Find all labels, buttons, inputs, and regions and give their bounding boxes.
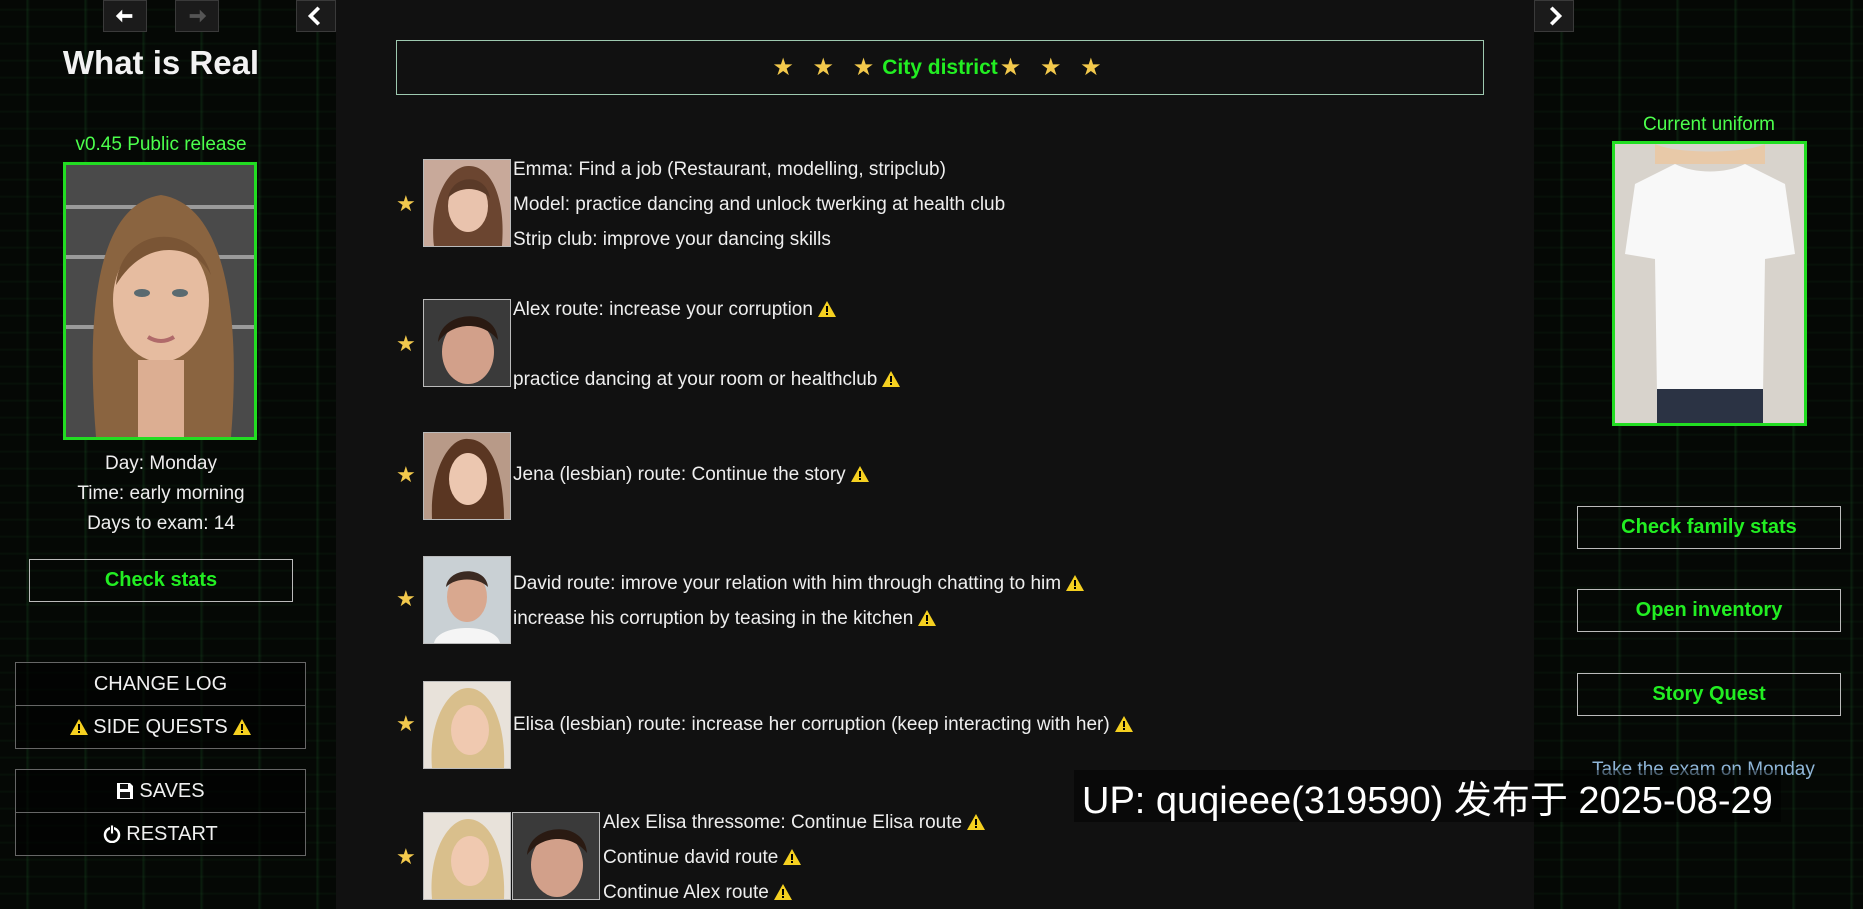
warning-icon [850,466,869,482]
days-to-exam-label: Days to exam: 14 [87,513,235,534]
side-quests-label: SIDE QUESTS [93,715,228,738]
quest-line-text: Continue Alex route [603,882,769,903]
quest-line: David route: imrove your relation with h… [513,573,1085,595]
restart-button[interactable]: RESTART [16,812,305,855]
uniform-label: Current uniform [1643,114,1775,135]
quest-line-text: Alex Elisa thressome: Continue Elisa rou… [603,812,963,833]
warning-icon [882,371,901,387]
quest-line-text: Continue david route [603,847,779,868]
alex-portrait [512,812,600,900]
warning-icon [1066,575,1085,591]
quest-line: Alex route: increase your corruption [513,299,836,321]
quest-line: Strip club: improve your dancing skills [513,229,831,250]
version-label: v0.45 Public release [75,134,247,155]
quest-line: Jena (lesbian) route: Continue the story [513,464,869,486]
quest-line: Alex Elisa thressome: Continue Elisa rou… [603,812,986,834]
alex-portrait [423,299,511,387]
quest-line-text: Elisa (lesbian) route: increase her corr… [513,714,1110,735]
quest-line: Model: practice dancing and unlock twerk… [513,194,1006,215]
menu-group-system: SAVES RESTART [15,769,306,856]
warning-icon [967,814,986,830]
star-icon: ★ [396,331,416,356]
uploader-watermark: UP: quqieee(319590) 发布于 2025-08-29 [1074,770,1781,822]
warning-icon [773,884,792,900]
warning-icon [232,719,251,735]
quest-line: increase his corruption by teasing in th… [513,608,937,630]
stars-right: ★ ★ ★ [999,54,1108,81]
star-icon: ★ [396,586,416,611]
star-icon: ★ [396,844,416,869]
game-title: What is Real [62,44,260,81]
stars-left: ★ ★ ★ [772,54,881,81]
side-quests-button[interactable]: SIDE QUESTS [16,705,305,748]
district-title: City district [882,55,998,79]
menu-group-main: CHANGE LOG SIDE QUESTS [15,662,306,749]
district-header: ★ ★ ★ City district ★ ★ ★ [396,40,1484,95]
quest-line: Continue Alex route [603,882,792,904]
star-icon: ★ [396,711,416,736]
warning-icon [1114,716,1133,732]
saves-label: SAVES [139,779,205,802]
day-label: Day: Monday [105,453,217,474]
quest-line-text: increase his corruption by teasing in th… [513,608,914,629]
power-icon [104,825,121,843]
star-icon: ★ [396,191,416,216]
floppy-disk-icon [117,783,134,799]
quest-line: Emma: Find a job (Restaurant, modelling,… [513,159,946,180]
story-quest-button[interactable]: Story Quest [1577,673,1841,716]
warning-icon [70,719,89,735]
player-portrait [63,162,257,440]
warning-icon [918,610,937,626]
check-stats-button[interactable]: Check stats [29,559,293,602]
elisa-portrait [423,812,511,900]
open-inventory-button[interactable]: Open inventory [1577,589,1841,632]
uniform-image [1612,141,1807,426]
change-log-button[interactable]: CHANGE LOG [16,663,305,705]
warning-icon [783,849,802,865]
time-label: Time: early morning [77,483,245,504]
star-icon: ★ [396,462,416,487]
warning-icon [817,301,836,317]
restart-label: RESTART [126,822,218,845]
david-portrait [423,556,511,644]
quest-line-text: Alex route: increase your corruption [513,299,813,320]
quest-line-text: David route: imrove your relation with h… [513,573,1062,594]
emma-portrait [423,159,511,247]
elisa-portrait [423,681,511,769]
quest-line-text: practice dancing at your room or healthc… [513,369,878,390]
jena-portrait [423,432,511,520]
quest-line: Continue david route [603,847,802,869]
check-family-stats-button[interactable]: Check family stats [1577,506,1841,549]
left-sidebar: What is Real v0.45 Public release Day: M… [0,0,336,909]
change-log-label: CHANGE LOG [93,672,228,695]
quest-line: Elisa (lesbian) route: increase her corr… [513,714,1133,736]
quest-line-text: Jena (lesbian) route: Continue the story [513,464,846,485]
quest-line: practice dancing at your room or healthc… [513,369,901,391]
saves-button[interactable]: SAVES [16,770,305,812]
